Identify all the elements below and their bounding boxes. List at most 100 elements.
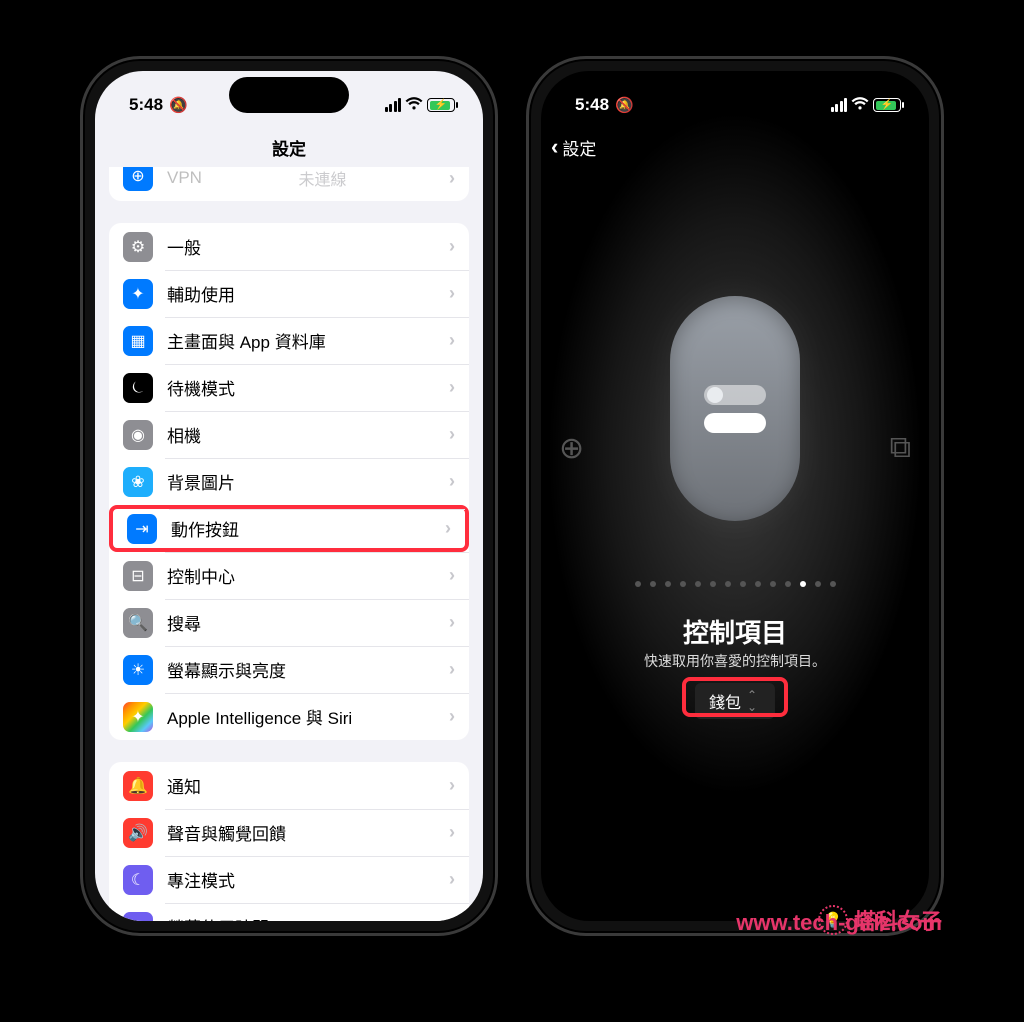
row-label: 一般 [167, 234, 201, 259]
screen-settings: 5:48 🔕 ⚡ 設定 ⊕ VPN 未連線 [95, 71, 483, 921]
chevron-right-icon: › [449, 283, 455, 304]
row-search[interactable]: 🔍搜尋› [109, 599, 469, 646]
option-title: 控制項目 [541, 613, 929, 650]
dynamic-island [229, 77, 349, 113]
row-label: VPN [167, 168, 202, 188]
row-action-button[interactable]: ⇥ 動作按鈕 › [109, 505, 469, 552]
action-button-icon: ⇥ [127, 514, 157, 544]
chevron-right-icon: › [449, 775, 455, 796]
page-dot[interactable] [695, 581, 701, 587]
notifications-icon: 🔔 [123, 771, 153, 801]
cellular-icon [385, 98, 402, 112]
chevron-right-icon: › [449, 424, 455, 445]
page-dot[interactable] [725, 581, 731, 587]
screen-action-button: 5:48 🔕 ⚡ ‹ 設定 ⊕ [541, 71, 929, 921]
vpn-icon: ⊕ [123, 167, 153, 191]
chevron-right-icon: › [449, 330, 455, 351]
row-general[interactable]: ⚙ 一般 › [109, 223, 469, 270]
chevron-right-icon: › [449, 168, 455, 189]
page-dot[interactable] [650, 581, 656, 587]
page-dot[interactable] [710, 581, 716, 587]
chevron-right-icon: › [449, 565, 455, 586]
display-icon: ☀ [123, 655, 153, 685]
controls-icon [704, 385, 766, 433]
wifi-icon [405, 97, 423, 114]
row-home-screen[interactable]: ▦ 主畫面與 App 資料庫 › [109, 317, 469, 364]
page-dot[interactable] [800, 581, 806, 587]
row-camera[interactable]: ◉ 相機 › [109, 411, 469, 458]
standby-icon: ⏾ [123, 373, 153, 403]
row-sound[interactable]: 🔊聲音與觸覺回饋› [109, 809, 469, 856]
row-label: 通知 [167, 773, 201, 798]
page-dot[interactable] [815, 581, 821, 587]
row-label: 螢幕顯示與亮度 [167, 657, 286, 682]
chevron-right-icon: › [449, 916, 455, 921]
sound-icon: 🔊 [123, 818, 153, 848]
row-label: 主畫面與 App 資料庫 [167, 328, 326, 353]
dynamic-island [675, 77, 795, 113]
row-label: 待機模式 [167, 375, 235, 400]
row-screentime[interactable]: ⧗螢幕使用時間› [109, 903, 469, 921]
section-2: 🔔通知›🔊聲音與觸覺回饋›☾專注模式›⧗螢幕使用時間› [109, 762, 469, 921]
row-label: 輔助使用 [167, 281, 235, 306]
wallpaper-icon: ❀ [123, 467, 153, 497]
page-dot[interactable] [635, 581, 641, 587]
row-label: 動作按鈕 [171, 516, 239, 541]
home-screen-icon: ▦ [123, 326, 153, 356]
watermark-url: www.tech-girlz.com [736, 910, 942, 936]
page-title: 設定 [272, 135, 306, 160]
page-dot[interactable] [740, 581, 746, 587]
screentime-icon: ⧗ [123, 912, 153, 922]
row-control-center[interactable]: ⊟ 控制中心 › [109, 552, 469, 599]
row-value: 未連線 [298, 167, 346, 190]
up-down-icon: ⌃⌄ [747, 689, 757, 713]
row-focus[interactable]: ☾ 專注模式 › [109, 856, 469, 903]
row-standby[interactable]: ⏾待機模式› [109, 364, 469, 411]
row-accessibility[interactable]: ✦輔助使用› [109, 270, 469, 317]
search-icon: 🔍 [123, 608, 153, 638]
row-label: 專注模式 [167, 867, 235, 892]
page-dot[interactable] [770, 581, 776, 587]
settings-scroll[interactable]: ⊕ VPN 未連線 › ⚙ 一般 › ✦ 輔助使用 › ▦ 主畫面與 App 資料庫 › ⏾ 待機模… [95, 167, 483, 921]
chevron-right-icon: › [449, 471, 455, 492]
page-dot[interactable] [755, 581, 761, 587]
row-siri[interactable]: ✦Apple Intelligence 與 Siri› [109, 693, 469, 740]
chevron-right-icon: › [449, 236, 455, 257]
control-picker[interactable]: 錢包 ⌃⌄ [695, 683, 775, 719]
battery-icon: ⚡ [427, 98, 455, 112]
status-time: 5:48 [129, 95, 163, 115]
action-button-config: ⊕ ⧉ 控制項目 快速取用你喜愛的控制項目。 錢包 ⌃⌄ [541, 71, 929, 921]
chevron-right-icon: › [449, 869, 455, 890]
page-dot[interactable] [785, 581, 791, 587]
page-dot[interactable] [680, 581, 686, 587]
siri-icon: ✦ [123, 702, 153, 732]
row-label: 搜尋 [167, 610, 201, 635]
row-display[interactable]: ☀ 螢幕顯示與亮度 › [109, 646, 469, 693]
row-notifications[interactable]: 🔔 通知 › [109, 762, 469, 809]
option-subtitle: 快速取用你喜愛的控制項目。 [541, 651, 929, 671]
chevron-right-icon: › [445, 518, 451, 539]
chevron-right-icon: › [449, 659, 455, 680]
row-label: 相機 [167, 422, 201, 447]
focus-icon: ☾ [123, 865, 153, 895]
control-picker-value: 錢包 [709, 689, 741, 713]
magnifier-icon[interactable]: ⊕ [559, 431, 584, 466]
row-vpn-partial[interactable]: ⊕ VPN 未連線 › [109, 167, 469, 201]
navbar: 設定 [95, 127, 483, 167]
action-button-preview[interactable] [670, 296, 800, 521]
row-label: 控制中心 [167, 563, 235, 588]
row-label: 聲音與觸覺回饋 [167, 820, 286, 845]
row-wallpaper[interactable]: ❀背景圖片› [109, 458, 469, 505]
page-dot[interactable] [665, 581, 671, 587]
section-1: ⚙一般›✦輔助使用›▦主畫面與 App 資料庫›⏾待機模式›◉相機›❀背景圖片›… [109, 223, 469, 740]
page-dots[interactable] [541, 581, 929, 587]
chevron-right-icon: › [449, 706, 455, 727]
phone-left: 5:48 🔕 ⚡ 設定 ⊕ VPN 未連線 [80, 56, 498, 936]
mute-icon: 🔕 [169, 96, 188, 114]
phone-right: 5:48 🔕 ⚡ ‹ 設定 ⊕ [526, 56, 944, 936]
general-icon: ⚙ [123, 232, 153, 262]
camera-icon: ◉ [123, 420, 153, 450]
control-center-icon: ⊟ [123, 561, 153, 591]
shortcuts-icon[interactable]: ⧉ [890, 431, 911, 466]
page-dot[interactable] [830, 581, 836, 587]
